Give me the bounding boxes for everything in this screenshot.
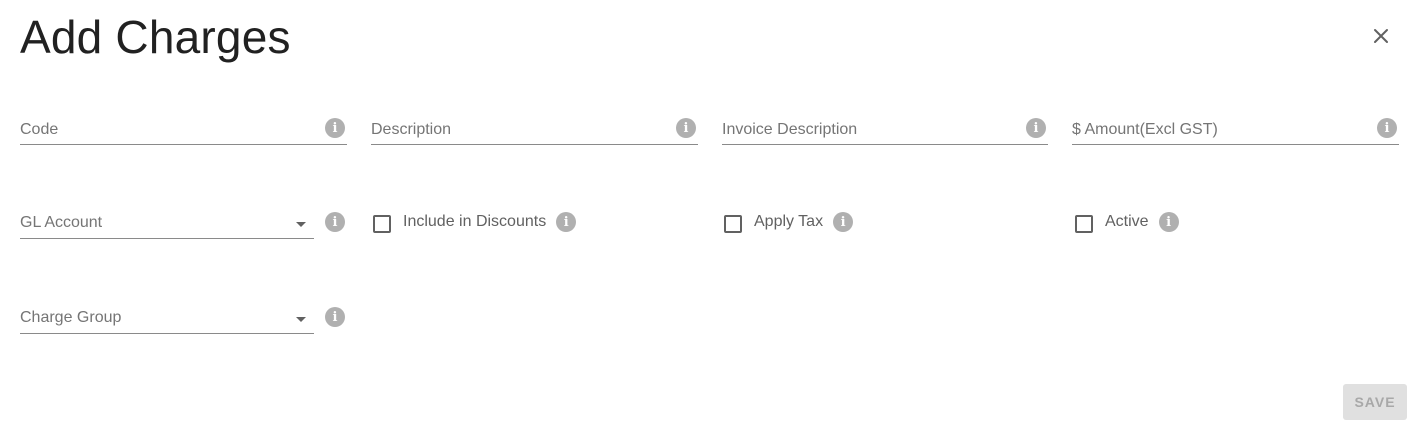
charge-group-label: Charge Group [20,309,122,326]
dialog-title: Add Charges [20,11,291,63]
amount-info-icon[interactable]: i [1377,118,1397,138]
checkbox-box[interactable] [724,215,742,233]
chevron-down-icon [296,222,306,227]
include-in-discounts-info-icon[interactable]: i [556,212,577,232]
checkbox-box[interactable] [373,215,391,233]
add-charges-dialog: Add Charges i i i i GL Account i Include… [0,0,1417,428]
active-checkbox[interactable]: Active i [1075,210,1179,234]
apply-tax-label: Apply Tax [754,213,824,230]
invoice-description-field: i [722,115,1048,145]
save-button[interactable]: SAVE [1343,384,1407,420]
code-info-icon[interactable]: i [325,118,345,138]
active-info-icon[interactable]: i [1158,212,1179,232]
active-label: Active [1105,213,1149,230]
close-icon[interactable] [1370,25,1392,47]
description-info-icon[interactable]: i [676,118,696,138]
gl-account-label: GL Account [20,214,103,231]
include-in-discounts-label: Include in Discounts [403,213,547,230]
gl-account-select[interactable]: GL Account [20,209,314,239]
amount-input[interactable] [1072,115,1369,145]
amount-field: i [1072,115,1399,145]
invoice-description-input[interactable] [722,115,1018,145]
description-field: i [371,115,698,145]
apply-tax-info-icon[interactable]: i [833,212,854,232]
include-in-discounts-checkbox[interactable]: Include in Discounts i [373,210,577,234]
charge-group-select[interactable]: Charge Group [20,304,314,334]
charge-group-info-icon[interactable]: i [325,307,345,327]
gl-account-info-icon[interactable]: i [325,212,345,232]
description-input[interactable] [371,115,668,145]
apply-tax-checkbox[interactable]: Apply Tax i [724,210,854,234]
code-input[interactable] [20,115,317,145]
checkbox-box[interactable] [1075,215,1093,233]
chevron-down-icon [296,317,306,322]
code-field: i [20,115,347,145]
invoice-description-info-icon[interactable]: i [1026,118,1046,138]
